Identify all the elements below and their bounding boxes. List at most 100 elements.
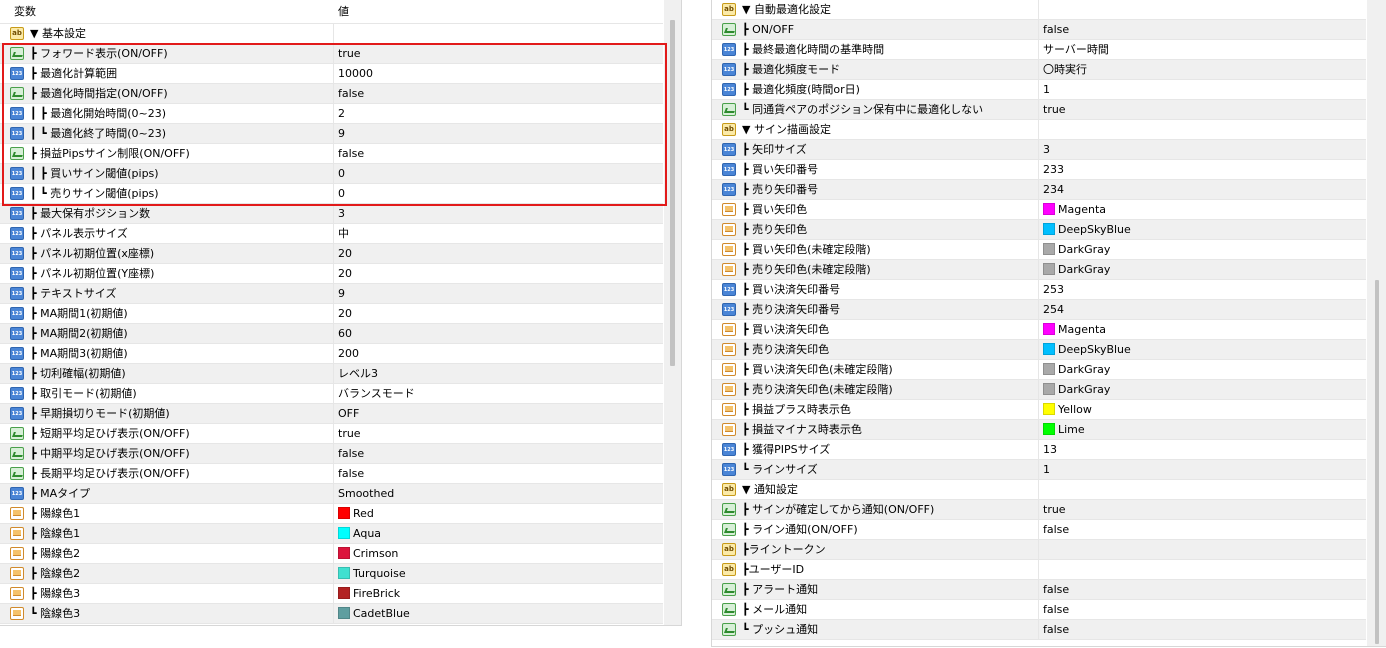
table-row[interactable]: ┗ 陰線色3 CadetBlue: [0, 604, 663, 624]
parameter-value[interactable]: false: [1043, 620, 1069, 640]
table-row[interactable]: ┣ライントークン: [712, 540, 1366, 560]
parameter-value[interactable]: 3: [338, 204, 345, 224]
table-row[interactable]: ┣ パネル初期位置(Y座標) 20: [0, 264, 663, 284]
parameter-value[interactable]: 20: [338, 244, 352, 264]
parameter-value[interactable]: 60: [338, 324, 352, 344]
parameter-value[interactable]: Lime: [1043, 420, 1085, 440]
table-row[interactable]: ┣ 売り決済矢印番号 254: [712, 300, 1366, 320]
table-row[interactable]: ┣ 買い決済矢印色 Magenta: [712, 320, 1366, 340]
table-row[interactable]: ┣ パネル表示サイズ 中: [0, 224, 663, 244]
table-row[interactable]: ┣ サインが確定してから通知(ON/OFF) true: [712, 500, 1366, 520]
column-header-variable[interactable]: 変数: [14, 0, 36, 24]
right-scrollbar[interactable]: [1367, 0, 1386, 646]
table-row[interactable]: ┣ 取引モード(初期値) バランスモード: [0, 384, 663, 404]
parameter-value[interactable]: バランスモード: [338, 384, 415, 404]
table-row[interactable]: ┃ ┣ 最適化開始時間(0~23) 2: [0, 104, 663, 124]
table-row[interactable]: ┣ 売り矢印番号 234: [712, 180, 1366, 200]
parameter-value[interactable]: 1: [1043, 80, 1050, 100]
table-row[interactable]: ┣ 陰線色2 Turquoise: [0, 564, 663, 584]
left-scrollbar-thumb[interactable]: [670, 20, 675, 366]
table-row[interactable]: ┣ 最適化計算範囲 10000: [0, 64, 663, 84]
parameter-value[interactable]: 中: [338, 224, 349, 244]
table-row[interactable]: ┣ テキストサイズ 9: [0, 284, 663, 304]
table-row[interactable]: ┣ 最適化時間指定(ON/OFF) false: [0, 84, 663, 104]
table-row[interactable]: ┣ 陽線色3 FireBrick: [0, 584, 663, 604]
parameter-value[interactable]: 3: [1043, 140, 1050, 160]
table-row[interactable]: ▼ 自動最適化設定: [712, 0, 1366, 20]
table-row[interactable]: ┣ 早期損切りモード(初期値) OFF: [0, 404, 663, 424]
table-row[interactable]: ┃ ┗ 売りサイン閾値(pips) 0: [0, 184, 663, 204]
table-row[interactable]: ▼ サイン描画設定: [712, 120, 1366, 140]
table-row[interactable]: ┣ 陰線色1 Aqua: [0, 524, 663, 544]
parameter-value[interactable]: true: [1043, 500, 1066, 520]
table-row[interactable]: ┣ 買い矢印番号 233: [712, 160, 1366, 180]
table-row[interactable]: ┣ 矢印サイズ 3: [712, 140, 1366, 160]
parameter-value[interactable]: CadetBlue: [338, 604, 410, 624]
parameter-value[interactable]: 〇時実行: [1043, 60, 1087, 80]
table-row[interactable]: ┣ ON/OFF false: [712, 20, 1366, 40]
parameter-value[interactable]: Crimson: [338, 544, 398, 564]
table-row[interactable]: ┣ 買い矢印色 Magenta: [712, 200, 1366, 220]
parameter-value[interactable]: DeepSkyBlue: [1043, 220, 1131, 240]
table-row[interactable]: ┣ MA期間1(初期値) 20: [0, 304, 663, 324]
parameter-value[interactable]: 1: [1043, 460, 1050, 480]
table-row[interactable]: ┣ 最適化頻度(時間or日) 1: [712, 80, 1366, 100]
parameter-value[interactable]: Red: [338, 504, 374, 524]
parameter-value[interactable]: false: [338, 144, 364, 164]
table-row[interactable]: ┣ 中期平均足ひげ表示(ON/OFF) false: [0, 444, 663, 464]
parameter-value[interactable]: サーバー時間: [1043, 40, 1109, 60]
table-row[interactable]: ┣ 損益プラス時表示色 Yellow: [712, 400, 1366, 420]
table-row[interactable]: ┗ ラインサイズ 1: [712, 460, 1366, 480]
parameter-value[interactable]: DarkGray: [1043, 380, 1110, 400]
parameter-value[interactable]: 233: [1043, 160, 1064, 180]
parameter-value[interactable]: 254: [1043, 300, 1064, 320]
parameter-value[interactable]: false: [1043, 580, 1069, 600]
parameter-value[interactable]: 2: [338, 104, 345, 124]
parameter-value[interactable]: false: [338, 444, 364, 464]
right-scrollbar-thumb[interactable]: [1375, 280, 1379, 644]
parameter-value[interactable]: レベル3: [338, 364, 378, 384]
table-row[interactable]: ┣ 陽線色1 Red: [0, 504, 663, 524]
parameter-value[interactable]: Yellow: [1043, 400, 1092, 420]
left-scrollbar[interactable]: [664, 0, 681, 625]
parameter-value[interactable]: false: [1043, 600, 1069, 620]
table-row[interactable]: ┣ 損益マイナス時表示色 Lime: [712, 420, 1366, 440]
table-row[interactable]: ┣ ライン通知(ON/OFF) false: [712, 520, 1366, 540]
parameter-value[interactable]: true: [338, 44, 361, 64]
parameter-value[interactable]: OFF: [338, 404, 359, 424]
parameter-value[interactable]: FireBrick: [338, 584, 400, 604]
table-row[interactable]: ┃ ┣ 買いサイン閾値(pips) 0: [0, 164, 663, 184]
parameter-value[interactable]: Magenta: [1043, 200, 1106, 220]
parameter-value[interactable]: 10000: [338, 64, 373, 84]
parameter-value[interactable]: false: [1043, 20, 1069, 40]
column-header-value[interactable]: 値: [338, 0, 349, 24]
table-row[interactable]: ┣ アラート通知 false: [712, 580, 1366, 600]
parameter-value[interactable]: 20: [338, 304, 352, 324]
table-row[interactable]: ▼ 基本設定: [0, 24, 663, 44]
table-row[interactable]: ┣ 買い決済矢印番号 253: [712, 280, 1366, 300]
parameter-value[interactable]: Smoothed: [338, 484, 394, 504]
parameter-value[interactable]: false: [338, 84, 364, 104]
parameter-value[interactable]: 20: [338, 264, 352, 284]
table-row[interactable]: ┣ 最適化頻度モード 〇時実行: [712, 60, 1366, 80]
parameter-value[interactable]: Aqua: [338, 524, 381, 544]
parameter-value[interactable]: false: [338, 464, 364, 484]
table-row[interactable]: ┣ メール通知 false: [712, 600, 1366, 620]
parameter-value[interactable]: Turquoise: [338, 564, 406, 584]
parameter-value[interactable]: DarkGray: [1043, 240, 1110, 260]
table-row[interactable]: ┣ 最終最適化時間の基準時間 サーバー時間: [712, 40, 1366, 60]
table-row[interactable]: ┣ 売り決済矢印色 DeepSkyBlue: [712, 340, 1366, 360]
parameter-value[interactable]: false: [1043, 520, 1069, 540]
parameter-value[interactable]: DarkGray: [1043, 260, 1110, 280]
parameter-value[interactable]: 0: [338, 184, 345, 204]
table-row[interactable]: ┣ MAタイプ Smoothed: [0, 484, 663, 504]
table-row[interactable]: ┣ MA期間3(初期値) 200: [0, 344, 663, 364]
table-row[interactable]: ┣ 陽線色2 Crimson: [0, 544, 663, 564]
table-row[interactable]: ┣ 売り矢印色 DeepSkyBlue: [712, 220, 1366, 240]
parameter-value[interactable]: DeepSkyBlue: [1043, 340, 1131, 360]
table-row[interactable]: ┗ プッシュ通知 false: [712, 620, 1366, 640]
table-row[interactable]: ┣ 長期平均足ひげ表示(ON/OFF) false: [0, 464, 663, 484]
table-row[interactable]: ┣ 買い矢印色(未確定段階) DarkGray: [712, 240, 1366, 260]
parameter-value[interactable]: 0: [338, 164, 345, 184]
parameter-value[interactable]: true: [338, 424, 361, 444]
